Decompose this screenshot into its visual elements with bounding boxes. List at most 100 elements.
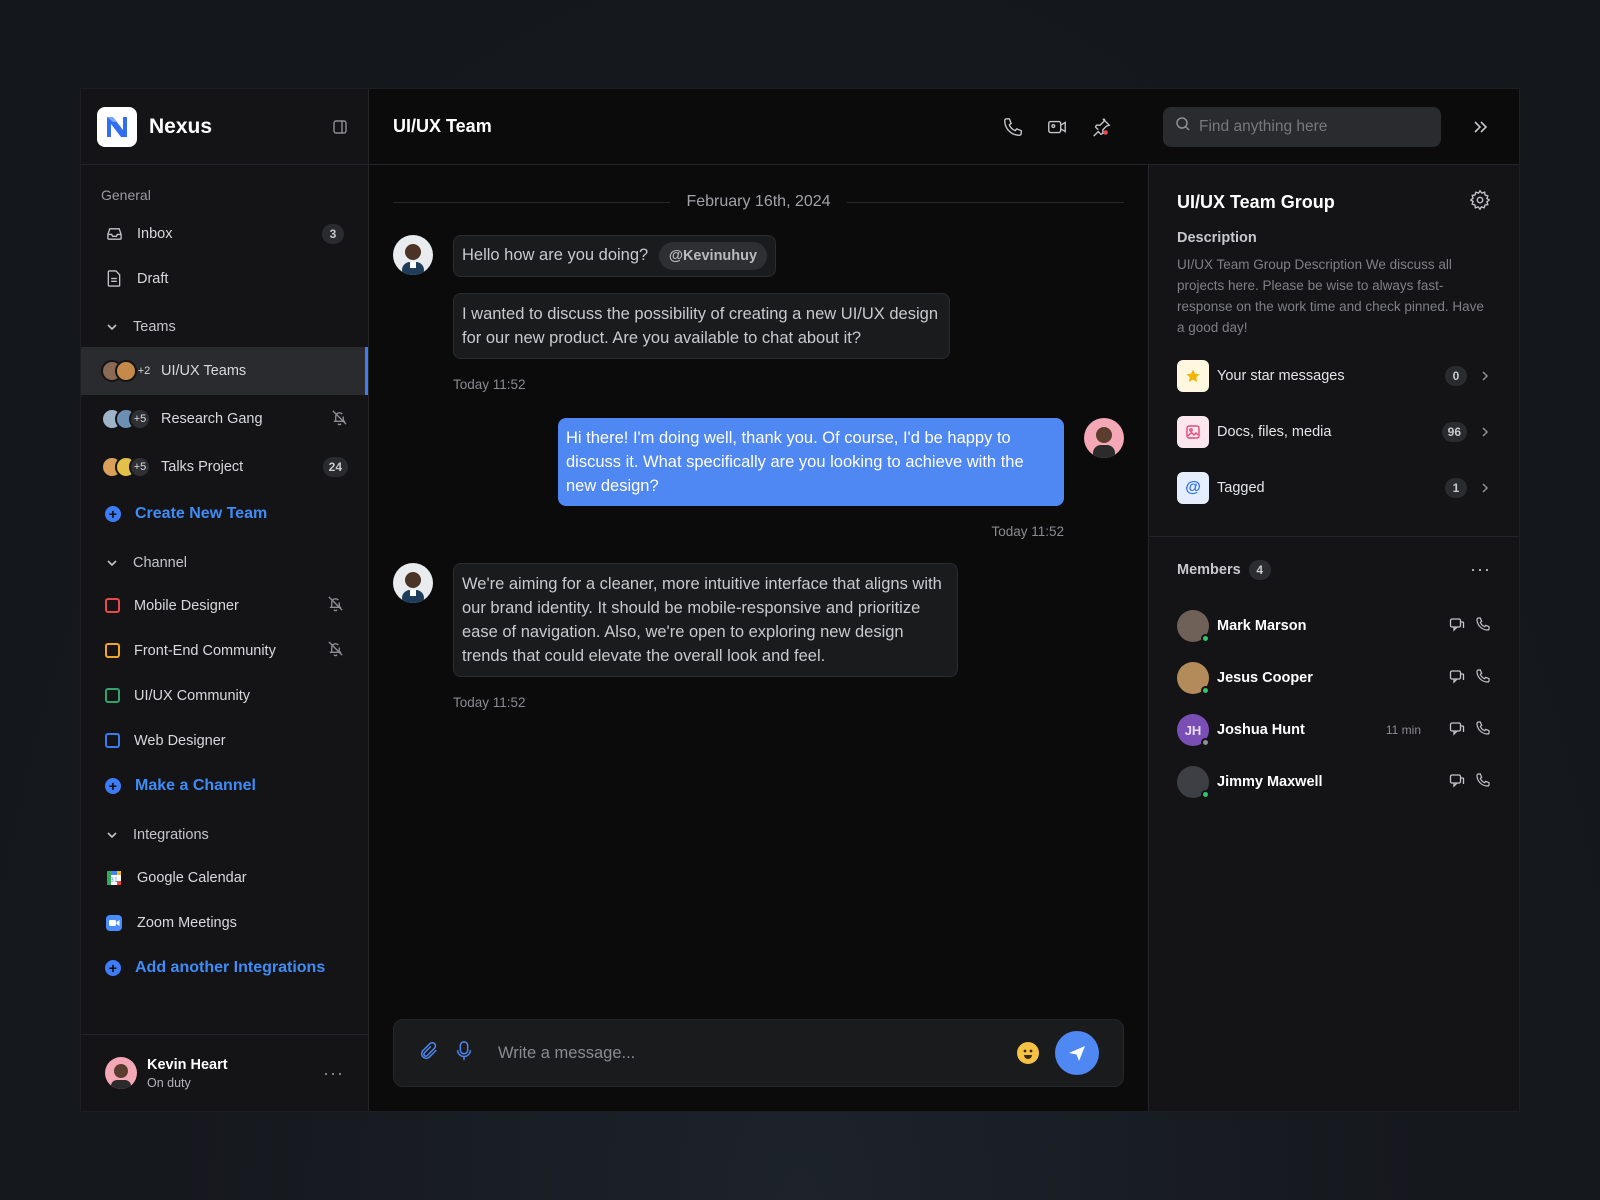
channel-label: Front-End Community bbox=[134, 642, 276, 659]
member-row[interactable]: JH Joshua Hunt 11 min bbox=[1149, 704, 1519, 756]
team-label: Talks Project bbox=[161, 459, 244, 475]
member-row[interactable]: Jimmy Maxwell bbox=[1149, 756, 1519, 808]
team-avatar-stack: +5 bbox=[101, 456, 161, 478]
integration-item-zoom[interactable]: Zoom Meetings bbox=[81, 900, 368, 945]
gear-icon[interactable] bbox=[1469, 189, 1491, 216]
zoom-icon bbox=[105, 914, 123, 932]
video-call-icon[interactable] bbox=[1043, 113, 1071, 141]
integrations-group-toggle[interactable]: Integrations bbox=[81, 815, 368, 855]
team-avatar-stack: +5 bbox=[101, 408, 161, 430]
message-group: Hello how are you doing? @Kevinuhuy I wa… bbox=[393, 235, 1124, 392]
team-item-research[interactable]: +5 Research Gang bbox=[81, 395, 368, 443]
search-input[interactable] bbox=[1199, 117, 1419, 136]
resource-docs-files-media[interactable]: Docs, files, media 96 bbox=[1177, 404, 1491, 460]
avatar-initials: JH bbox=[1177, 714, 1210, 747]
member-row[interactable]: Mark Marson bbox=[1149, 600, 1519, 652]
search-icon bbox=[1175, 116, 1191, 137]
phone-icon[interactable] bbox=[999, 113, 1027, 141]
sidebar-toggle-icon[interactable] bbox=[328, 115, 352, 139]
team-extra-count: +2 bbox=[137, 365, 151, 377]
chevrons-right-icon[interactable] bbox=[1465, 112, 1495, 142]
page-title: UI/UX Team bbox=[393, 116, 492, 136]
channel-item-mobile-designer[interactable]: Mobile Designer bbox=[81, 583, 368, 628]
search-field[interactable] bbox=[1163, 106, 1441, 147]
message-composer bbox=[393, 1019, 1124, 1087]
paperclip-icon[interactable] bbox=[418, 1040, 440, 1067]
more-options-icon[interactable]: ··· bbox=[323, 1063, 344, 1084]
bell-off-icon[interactable] bbox=[331, 409, 348, 430]
member-actions bbox=[1449, 616, 1491, 637]
channel-item-front-end[interactable]: Front-End Community bbox=[81, 628, 368, 673]
pin-icon[interactable] bbox=[1087, 113, 1115, 141]
date-label: February 16th, 2024 bbox=[686, 193, 831, 210]
member-name: Joshua Hunt bbox=[1217, 722, 1305, 738]
app-name: Nexus bbox=[149, 114, 213, 138]
channel-item-web-designer[interactable]: Web Designer bbox=[81, 718, 368, 763]
message-timestamp: Today 11:52 bbox=[453, 695, 526, 710]
sidebar: Nexus General Inbox 3 Draft Teams +2 UI/… bbox=[81, 89, 369, 1111]
resource-count: 96 bbox=[1441, 422, 1467, 442]
phone-icon[interactable] bbox=[1475, 772, 1491, 793]
chat-icon[interactable] bbox=[1449, 772, 1465, 793]
chevron-down-icon bbox=[105, 556, 119, 570]
nexus-logo[interactable] bbox=[97, 106, 137, 147]
channel-label: UI/UX Community bbox=[134, 687, 251, 704]
chat-icon[interactable] bbox=[1449, 720, 1465, 741]
resource-tagged[interactable]: @ Tagged 1 bbox=[1177, 460, 1491, 516]
topbar: UI/UX Team bbox=[369, 89, 1519, 165]
description-label: Description bbox=[1177, 230, 1257, 246]
bell-off-icon[interactable] bbox=[327, 595, 344, 616]
members-header: Members 4 ··· bbox=[1149, 537, 1519, 580]
message-bubbles: Hi there! I'm doing well, thank you. Of … bbox=[558, 418, 1064, 539]
team-item-uiux[interactable]: +2 UI/UX Teams bbox=[81, 347, 368, 395]
phone-icon[interactable] bbox=[1475, 668, 1491, 689]
member-row[interactable]: Jesus Cooper bbox=[1149, 652, 1519, 704]
avatar bbox=[105, 1057, 137, 1089]
microphone-icon[interactable] bbox=[454, 1040, 474, 1067]
integrations-section-label: Integrations bbox=[133, 827, 209, 843]
channel-item-uiux-community[interactable]: UI/UX Community bbox=[81, 673, 368, 718]
integration-item-google-calendar[interactable]: 31 Google Calendar bbox=[81, 855, 368, 900]
chat-icon[interactable] bbox=[1449, 616, 1465, 637]
mention-tag[interactable]: @Kevinuhuy bbox=[658, 242, 768, 270]
team-item-talks[interactable]: +5 Talks Project 24 bbox=[81, 443, 368, 491]
members-label: Members bbox=[1177, 561, 1241, 578]
content-area: February 16th, 2024 Hello how are you do… bbox=[369, 165, 1519, 1111]
phone-icon[interactable] bbox=[1475, 720, 1491, 741]
last-seen: 11 min bbox=[1385, 723, 1421, 737]
team-label: Research Gang bbox=[161, 411, 263, 427]
teams-section-label: Teams bbox=[133, 319, 176, 335]
emoji-icon[interactable] bbox=[1017, 1042, 1039, 1064]
message-input[interactable] bbox=[498, 1043, 1017, 1063]
team-count-badge: 24 bbox=[322, 457, 348, 477]
resource-star-messages[interactable]: Your star messages 0 bbox=[1177, 348, 1491, 404]
more-options-icon[interactable]: ··· bbox=[1470, 559, 1491, 580]
star-icon bbox=[1177, 360, 1209, 392]
teams-group-toggle[interactable]: Teams bbox=[81, 307, 368, 347]
team-avatar-stack: +2 bbox=[101, 360, 161, 382]
add-integration-button[interactable]: + Add another Integrations bbox=[81, 945, 368, 991]
message-bubble-outgoing: Hi there! I'm doing well, thank you. Of … bbox=[558, 418, 1064, 506]
group-title: UI/UX Team Group bbox=[1177, 192, 1335, 212]
channel-color-square bbox=[105, 688, 120, 703]
chat-icon[interactable] bbox=[1449, 668, 1465, 689]
current-user[interactable]: Kevin Heart On duty ··· bbox=[81, 1034, 368, 1111]
create-team-button[interactable]: + Create New Team bbox=[81, 491, 368, 537]
channel-color-square bbox=[105, 643, 120, 658]
phone-icon[interactable] bbox=[1475, 616, 1491, 637]
sidebar-item-draft[interactable]: Draft bbox=[81, 256, 368, 301]
avatar bbox=[1084, 418, 1124, 458]
send-button[interactable] bbox=[1055, 1031, 1099, 1075]
make-channel-button[interactable]: + Make a Channel bbox=[81, 763, 368, 809]
app-window: Nexus General Inbox 3 Draft Teams +2 UI/… bbox=[80, 88, 1520, 1112]
sidebar-item-inbox[interactable]: Inbox 3 bbox=[81, 211, 368, 256]
inbox-icon bbox=[105, 225, 123, 243]
channel-group-toggle[interactable]: Channel bbox=[81, 543, 368, 583]
member-name: Jimmy Maxwell bbox=[1217, 774, 1323, 790]
bell-off-icon[interactable] bbox=[327, 640, 344, 661]
chevron-right-icon bbox=[1479, 482, 1491, 494]
channel-section-label: Channel bbox=[133, 555, 188, 571]
message-bubble: We're aiming for a cleaner, more intuiti… bbox=[453, 563, 958, 677]
